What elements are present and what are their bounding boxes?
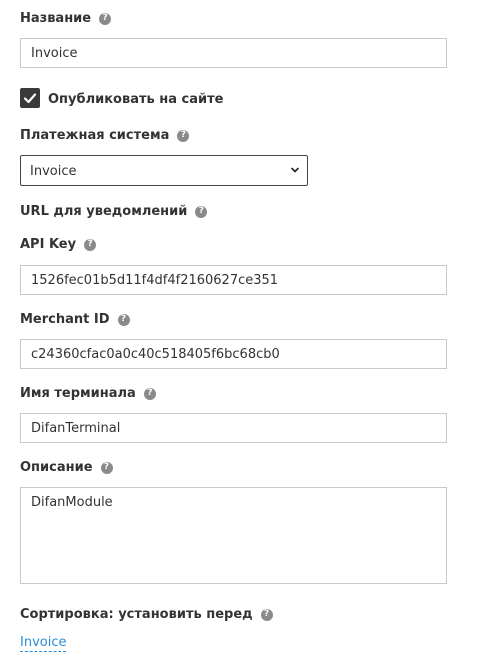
help-icon[interactable]: ? [143, 387, 156, 400]
terminal-name-input[interactable] [20, 413, 447, 443]
help-icon[interactable]: ? [260, 608, 273, 621]
name-input[interactable] [20, 38, 447, 68]
description-value: DifanModule [31, 495, 113, 510]
check-icon [23, 93, 37, 104]
notify-url-label: URL для уведомлений [20, 204, 188, 219]
sorting-before-link[interactable]: Invoice [20, 635, 67, 652]
terminal-name-label-row: Имя терминала ? [20, 386, 156, 401]
api-key-label-row: API Key ? [20, 237, 97, 252]
payment-system-select[interactable]: Invoice [20, 155, 308, 186]
merchant-id-input[interactable] [20, 339, 447, 369]
help-icon[interactable]: ? [84, 238, 97, 251]
sorting-label: Сортировка: установить перед [20, 607, 253, 622]
api-key-input[interactable] [20, 265, 447, 295]
merchant-id-label: Merchant ID [20, 312, 110, 327]
name-label-row: Название ? [20, 11, 112, 26]
description-textarea[interactable]: DifanModule [20, 487, 447, 584]
name-label: Название [20, 11, 92, 26]
publish-label-text: Опубликовать на сайте [48, 92, 224, 107]
payment-settings-form: Название ? Опубликовать на сайте Платежн… [0, 0, 504, 671]
help-icon[interactable]: ? [195, 205, 208, 218]
payment-system-label: Платежная система [20, 128, 170, 143]
merchant-id-label-row: Merchant ID ? [20, 312, 130, 327]
description-label: Описание [20, 460, 93, 475]
payment-system-label-row: Платежная система ? [20, 128, 190, 143]
payment-system-selected: Invoice [30, 164, 77, 179]
help-icon[interactable]: ? [117, 313, 130, 326]
publish-label[interactable]: Опубликовать на сайте [48, 92, 223, 107]
notify-url-label-row: URL для уведомлений ? [20, 204, 208, 219]
help-icon[interactable]: ? [100, 461, 113, 474]
api-key-label: API Key [20, 237, 77, 252]
chevron-down-icon [291, 167, 299, 173]
help-icon[interactable]: ? [99, 12, 112, 25]
help-icon[interactable]: ? [177, 129, 190, 142]
description-label-row: Описание ? [20, 460, 113, 475]
terminal-name-label: Имя терминала [20, 386, 136, 401]
sorting-label-row: Сортировка: установить перед ? [20, 607, 273, 622]
publish-checkbox[interactable] [20, 88, 40, 108]
